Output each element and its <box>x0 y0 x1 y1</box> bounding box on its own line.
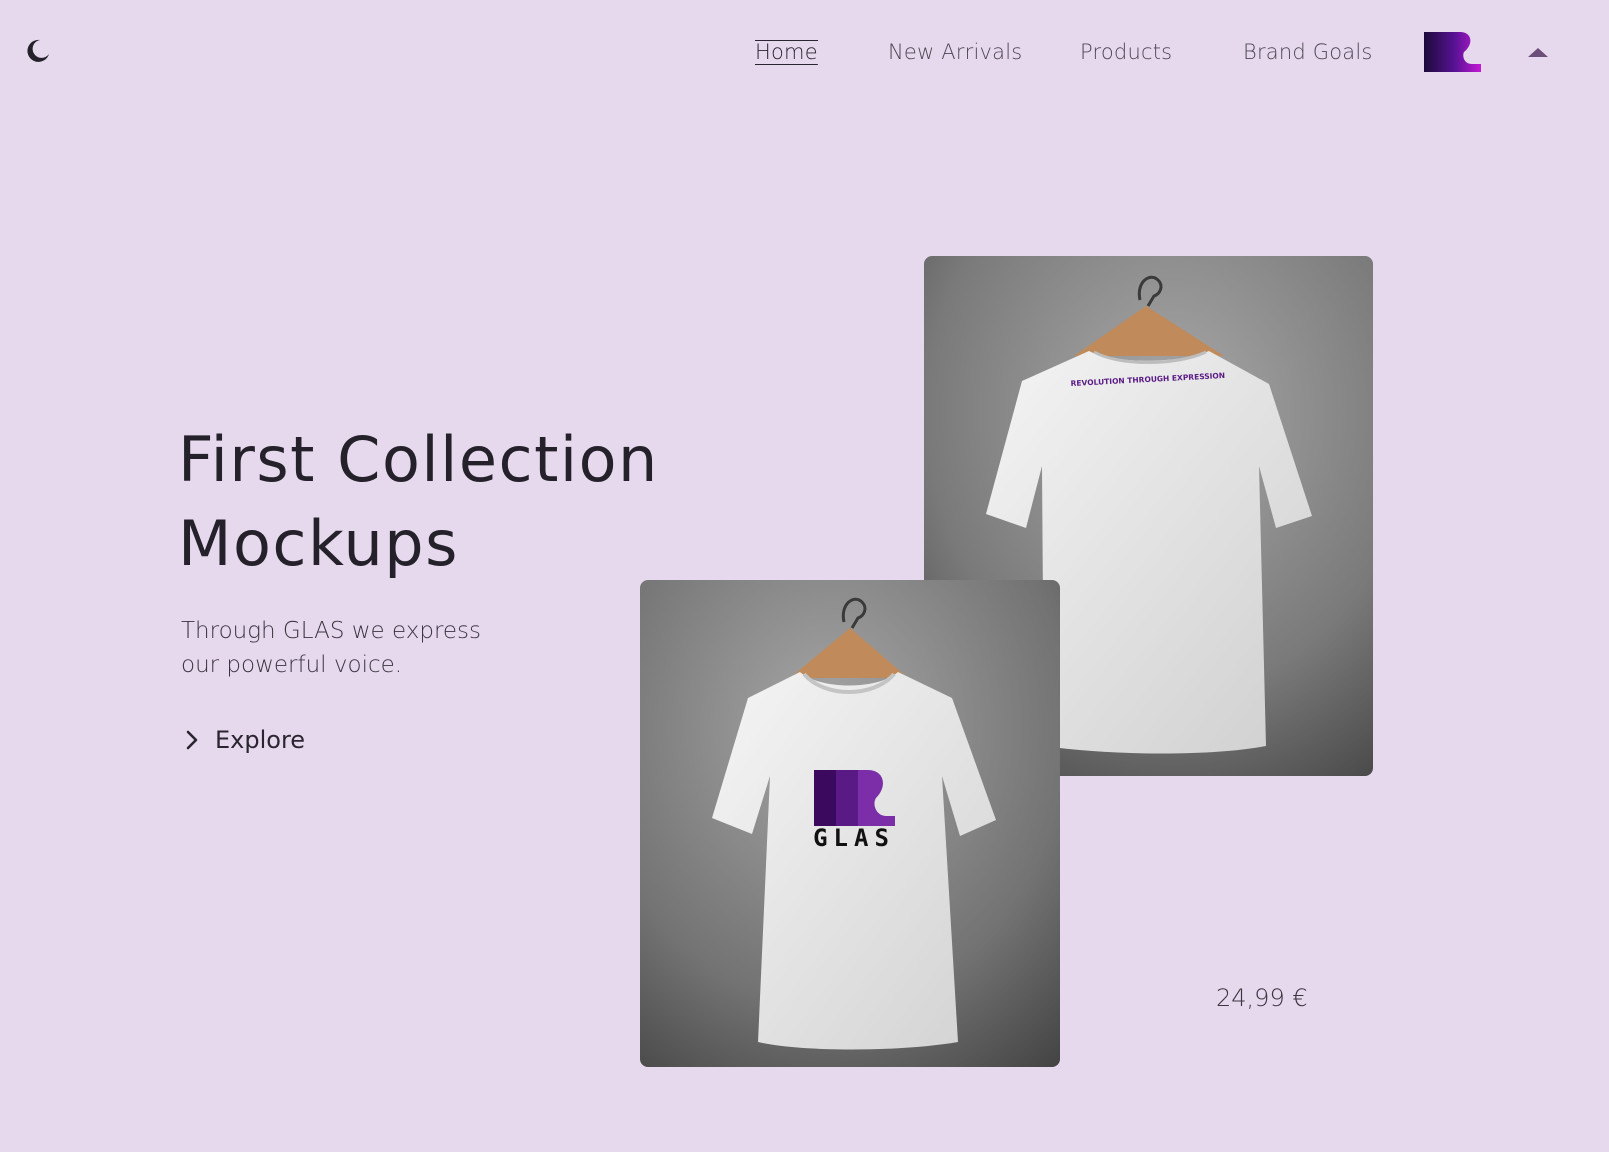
nav-products-link[interactable]: Products <box>1080 36 1172 68</box>
tshirt-front-photo[interactable]: GLAS <box>640 580 1060 1067</box>
glas-logo-text: GLAS <box>813 824 895 852</box>
hero-title: First Collection Mockups <box>178 418 698 586</box>
chevron-right-icon <box>186 730 198 750</box>
explore-button[interactable]: Explore <box>183 726 305 754</box>
nav-brand-goals-link[interactable]: Brand Goals <box>1243 36 1373 68</box>
glas-logo-mark[interactable] <box>1424 32 1481 72</box>
product-price: 24,99 € <box>1216 984 1308 1012</box>
hero-subtitle-line-1: Through GLAS we express <box>181 618 482 644</box>
moon-icon[interactable] <box>25 38 51 64</box>
explore-label: Explore <box>215 726 306 754</box>
hero-title-line-2: Mockups <box>178 507 459 580</box>
nav-home-link[interactable]: Home <box>755 36 818 68</box>
hero-subtitle-line-2: our powerful voice. <box>181 652 403 678</box>
hero-subtitle: Through GLAS we express our powerful voi… <box>181 614 541 682</box>
caret-up-icon[interactable] <box>1526 43 1550 63</box>
hero-title-line-1: First Collection <box>178 423 659 496</box>
nav-new-arrivals-link[interactable]: New Arrivals <box>888 36 1022 68</box>
